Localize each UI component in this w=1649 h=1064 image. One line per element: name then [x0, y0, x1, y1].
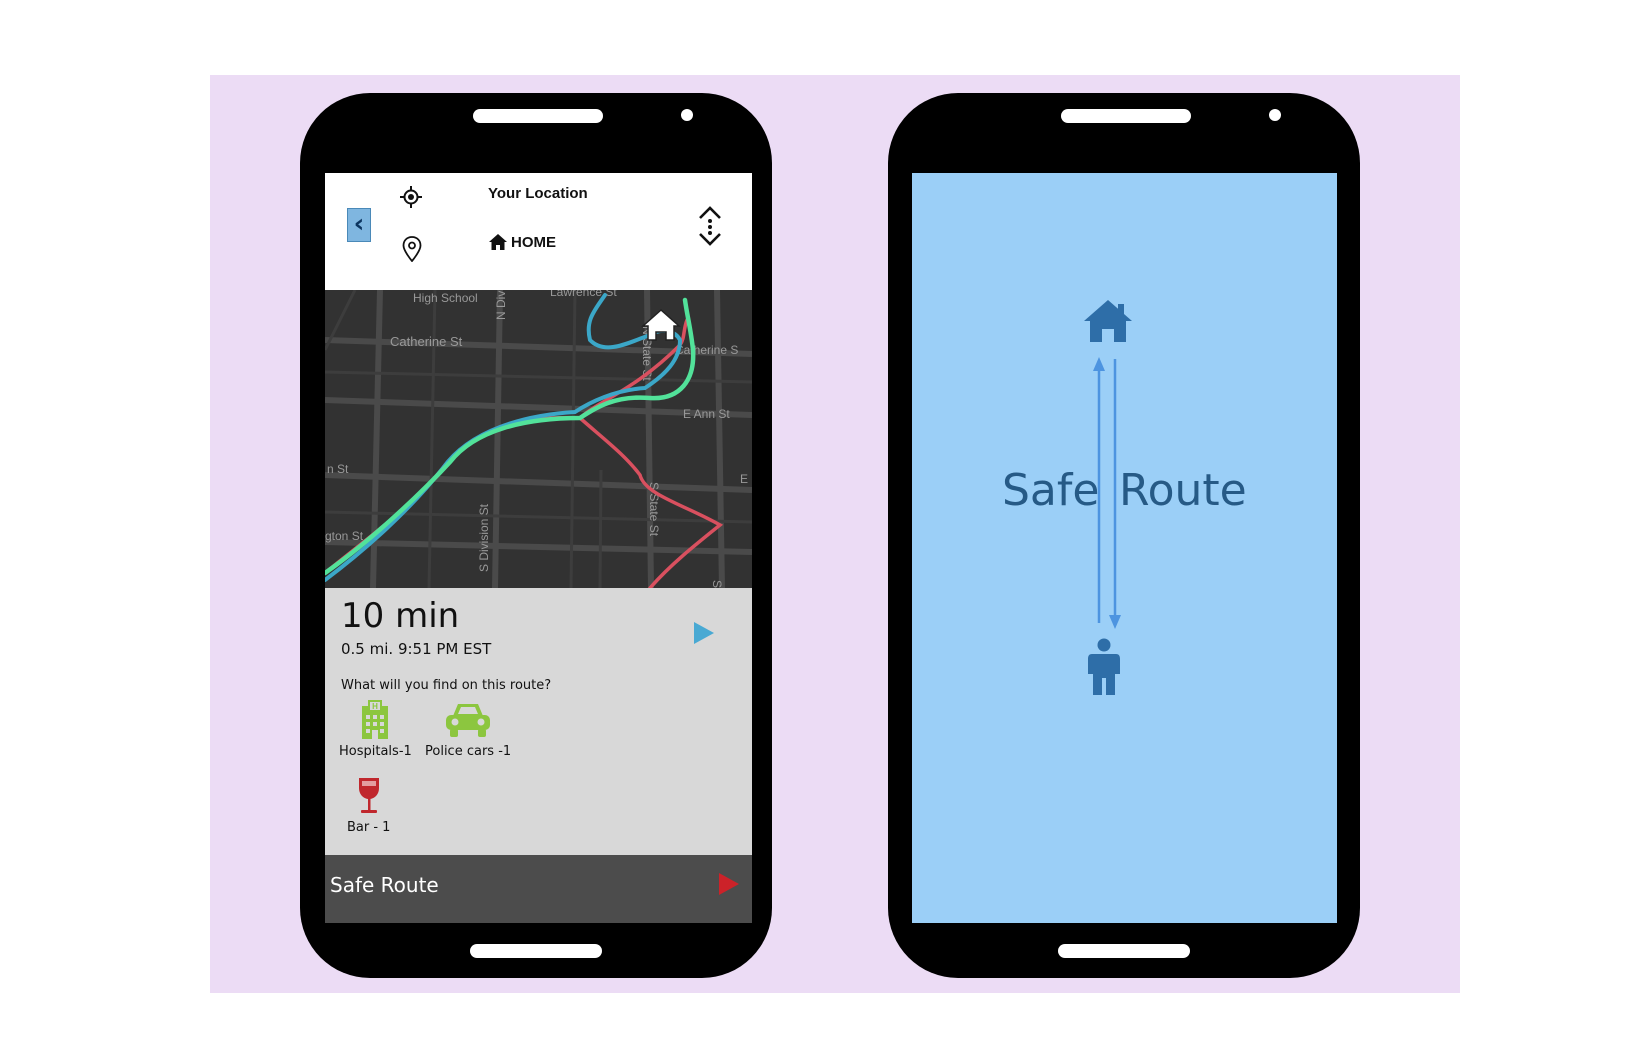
- route-map[interactable]: High School Lawrence St N Div Catherine …: [325, 290, 752, 588]
- left-screen: ‹ Your Location HOME High School Lawrenc…: [325, 173, 752, 923]
- origin-field[interactable]: Your Location: [488, 185, 588, 202]
- home-button[interactable]: [470, 944, 602, 958]
- distance-time: 0.5 mi. 9:51 PM EST: [341, 640, 492, 658]
- feature-label: Bar - 1: [347, 820, 391, 835]
- car-icon: [446, 704, 491, 737]
- speaker: [1061, 109, 1191, 123]
- play-icon[interactable]: [692, 620, 716, 646]
- destination-label: HOME: [511, 233, 556, 251]
- left-phone: ‹ Your Location HOME High School Lawrenc…: [300, 93, 772, 978]
- play-icon[interactable]: [717, 871, 741, 897]
- feature-police-cars: Police cars -1: [425, 700, 511, 759]
- right-phone: Safe Route: [888, 93, 1360, 978]
- hospital-icon: H: [362, 700, 389, 739]
- route-header: ‹ Your Location HOME: [325, 173, 752, 290]
- camera: [1269, 109, 1281, 121]
- safe-word: Safe: [1002, 465, 1100, 516]
- feature-label: Police cars -1: [425, 744, 512, 759]
- destination-field[interactable]: HOME: [488, 233, 556, 251]
- street-label: N Div: [494, 291, 508, 320]
- chevron-left-icon: ‹: [353, 209, 365, 239]
- home-icon: [1084, 300, 1132, 342]
- map-pin-icon: [402, 236, 422, 262]
- street-label: E Ann St: [683, 407, 730, 421]
- feature-hospitals: H Hospitals-1: [339, 700, 412, 759]
- camera: [681, 109, 693, 121]
- route-info-card: 10 min 0.5 mi. 9:51 PM EST What will you…: [325, 588, 752, 855]
- street-label: n St: [327, 462, 349, 476]
- route-question: What will you find on this route?: [341, 678, 552, 693]
- street-label: E: [740, 472, 748, 486]
- wine-glass-icon: [358, 778, 379, 813]
- route-word: Route: [1119, 465, 1247, 516]
- speaker: [473, 109, 603, 123]
- street-label: High School: [413, 291, 478, 305]
- street-label: S Division St: [477, 503, 491, 572]
- safe-route-bar[interactable]: Safe Route: [325, 855, 752, 923]
- street-label: Lawrence St: [550, 290, 617, 299]
- right-screen: Safe Route: [912, 173, 1337, 923]
- person-icon: [1088, 638, 1120, 695]
- street-label: Catherine St: [390, 334, 463, 349]
- feature-bar: Bar - 1: [347, 776, 390, 835]
- eta-text: 10 min: [341, 596, 460, 636]
- street-label: Catherine S: [675, 343, 738, 357]
- back-button[interactable]: ‹: [347, 208, 371, 242]
- crosshair-icon: [400, 186, 422, 208]
- feature-label: Hospitals-1: [339, 744, 412, 759]
- safe-route-label: Safe Route: [330, 873, 439, 897]
- street-label: gton St: [325, 529, 364, 543]
- home-button[interactable]: [1058, 944, 1190, 958]
- home-icon: [489, 234, 507, 250]
- svg-text:H: H: [373, 702, 379, 711]
- swap-vertical-icon[interactable]: [697, 206, 723, 246]
- street-label: S: [710, 580, 724, 588]
